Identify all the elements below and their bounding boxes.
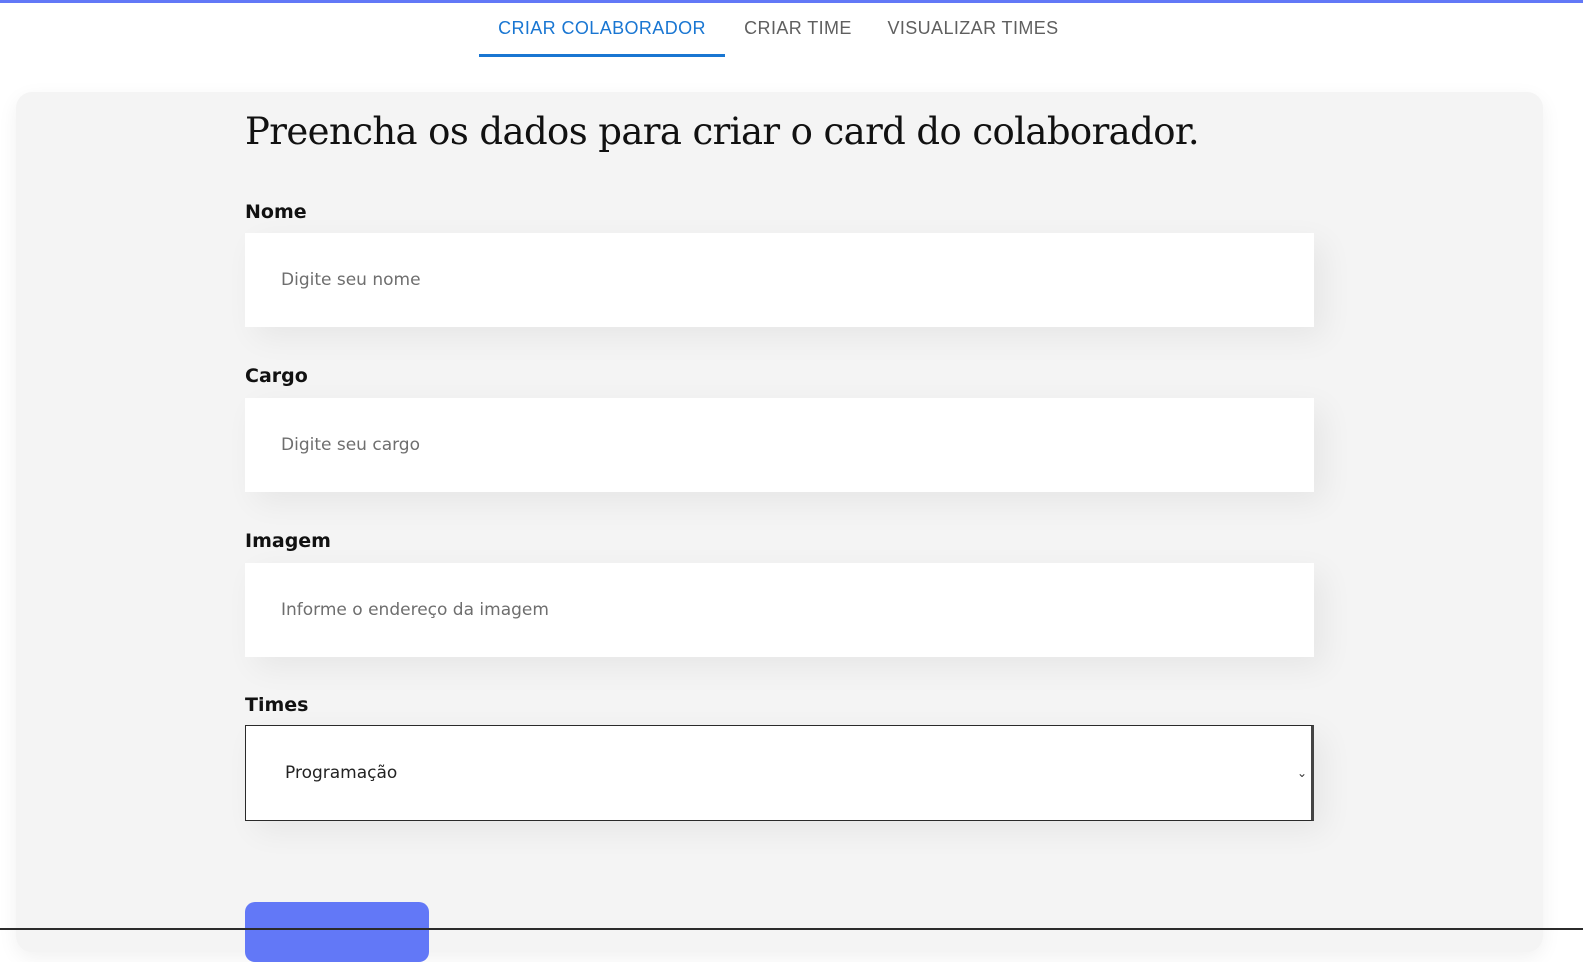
tab-criar-colaborador[interactable]: CRIAR COLABORADOR <box>479 3 725 57</box>
times-label: Times <box>245 694 309 716</box>
cargo-input[interactable] <box>245 398 1314 492</box>
times-select-value: Programação <box>285 763 398 783</box>
tab-criar-time[interactable]: CRIAR TIME <box>725 3 871 57</box>
times-select[interactable]: Programação ⌄ <box>245 725 1314 821</box>
create-card-button[interactable] <box>245 902 429 962</box>
form-title: Preencha os dados para criar o card do c… <box>245 110 1200 153</box>
chevron-down-icon: ⌄ <box>1296 766 1307 780</box>
nav-tabs: CRIAR COLABORADOR CRIAR TIME VISUALIZAR … <box>0 3 1583 57</box>
imagem-label: Imagem <box>245 530 331 552</box>
nome-label: Nome <box>245 201 307 223</box>
tab-visualizar-times[interactable]: VISUALIZAR TIMES <box>871 3 1075 57</box>
cargo-label: Cargo <box>245 365 308 387</box>
nome-input[interactable] <box>245 233 1314 327</box>
imagem-input[interactable] <box>245 563 1314 657</box>
